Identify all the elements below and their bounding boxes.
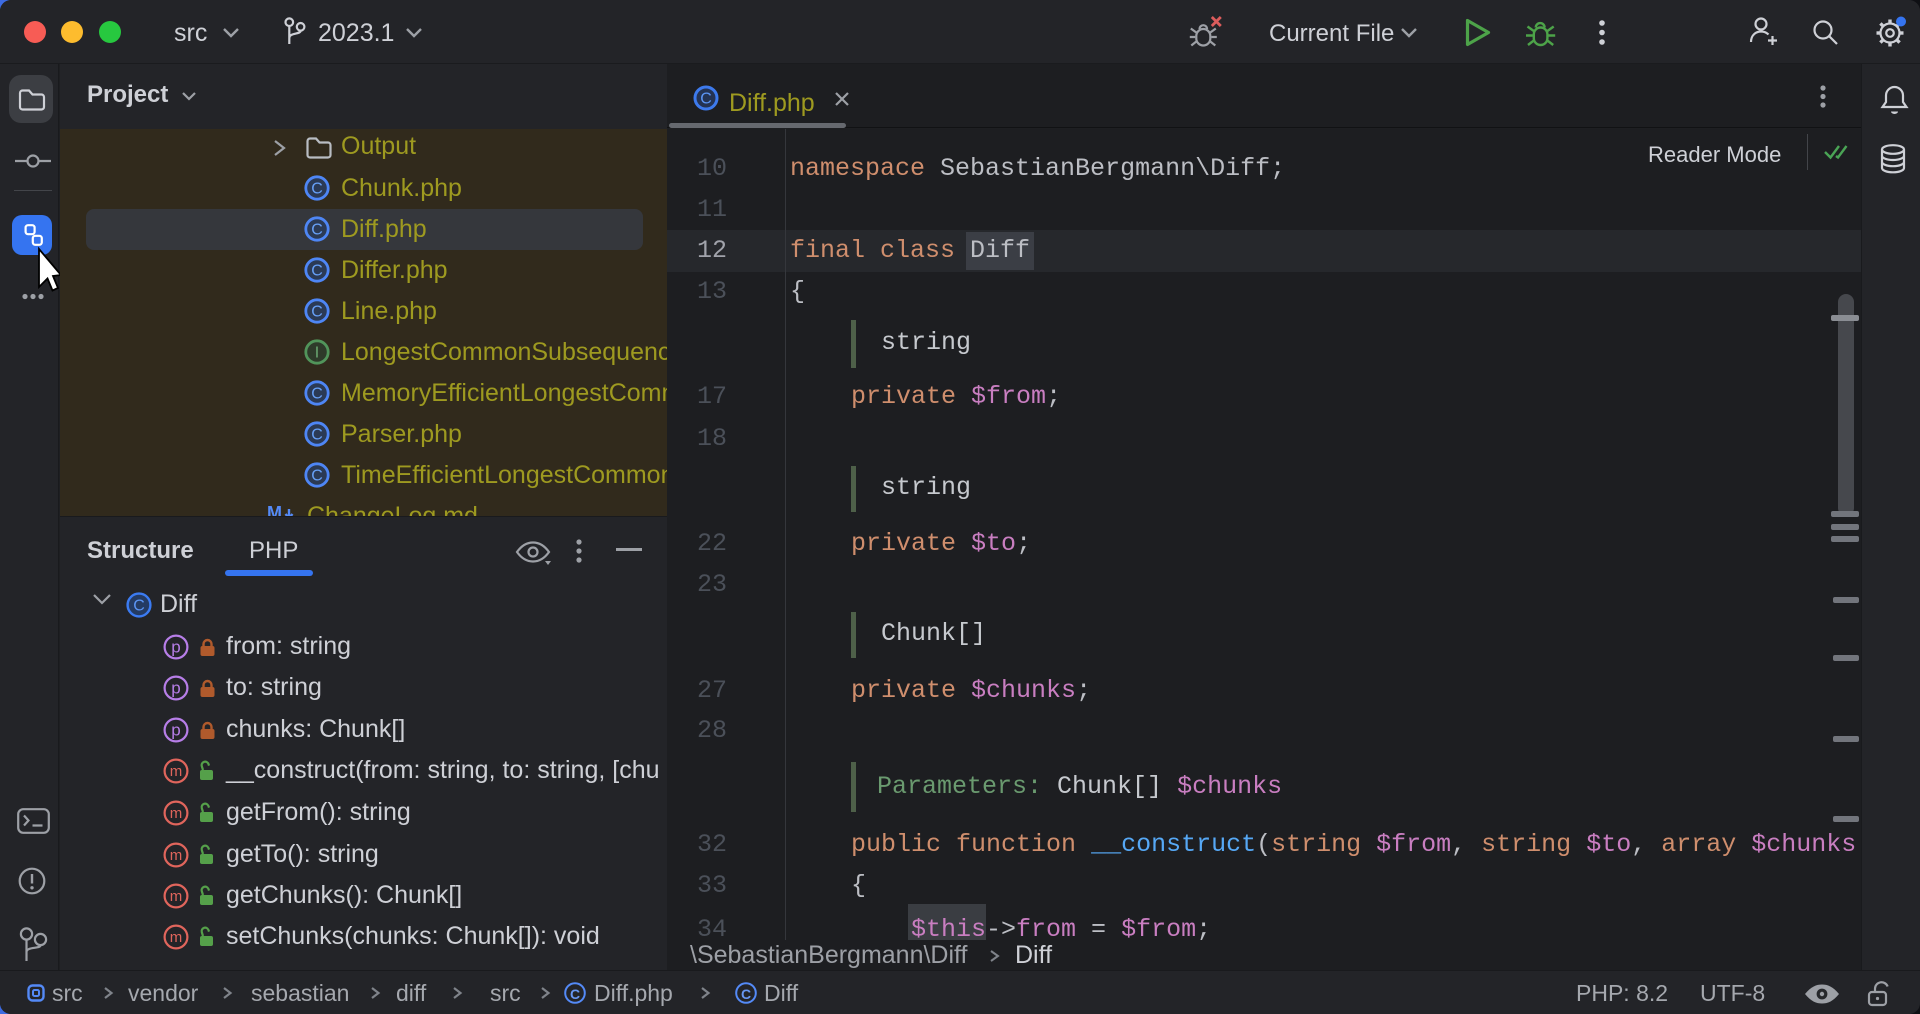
svg-text:C: C — [311, 386, 323, 403]
svg-text:C: C — [311, 181, 323, 198]
svg-text:p: p — [171, 638, 180, 657]
svg-text:C: C — [700, 91, 712, 108]
svg-text:C: C — [570, 986, 580, 1002]
svg-text:m: m — [170, 847, 183, 864]
svg-text:m: m — [170, 888, 183, 905]
svg-text:C: C — [133, 598, 145, 615]
svg-text:C: C — [311, 468, 323, 485]
svg-text:p: p — [171, 679, 180, 698]
svg-text:I: I — [315, 345, 319, 362]
svg-text:C: C — [741, 986, 751, 1002]
svg-text:m: m — [170, 763, 183, 780]
svg-text:M: M — [267, 503, 282, 517]
svg-text:C: C — [311, 263, 323, 280]
svg-text:m: m — [170, 805, 183, 822]
svg-text:C: C — [311, 222, 323, 239]
svg-text:C: C — [311, 427, 323, 444]
svg-text:C: C — [311, 304, 323, 321]
svg-text:p: p — [171, 721, 180, 740]
svg-text:m: m — [170, 929, 183, 946]
